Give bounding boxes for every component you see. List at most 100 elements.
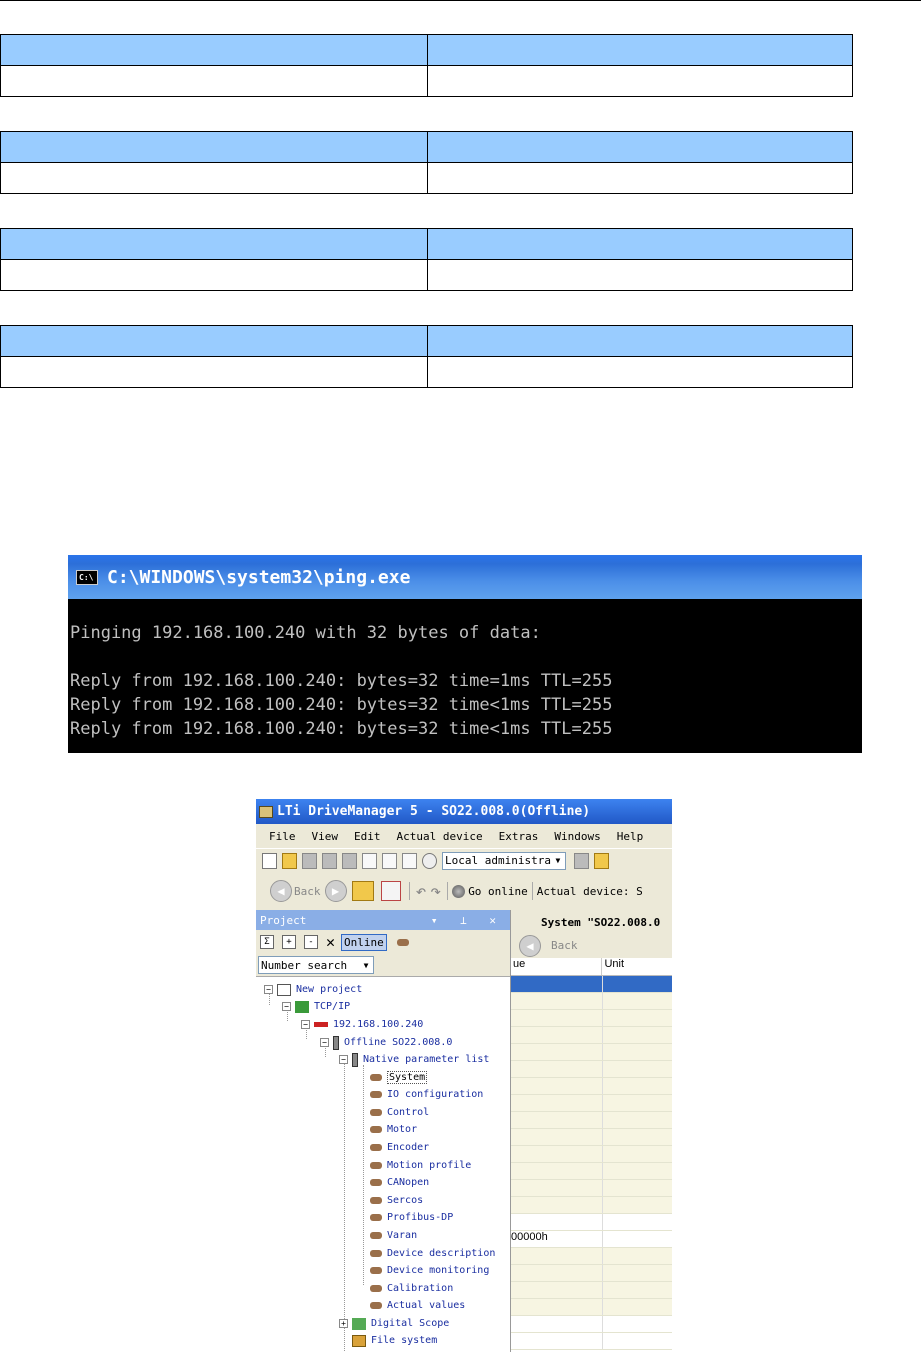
tree-item-control[interactable]: Control: [370, 1104, 429, 1121]
table-row[interactable]: [511, 1299, 672, 1316]
tree-item-motor[interactable]: Motor: [370, 1121, 417, 1138]
save-icon[interactable]: [302, 852, 317, 869]
tree-view-icon[interactable]: Σ: [260, 935, 274, 949]
table-row[interactable]: [511, 1163, 672, 1180]
tree-node-digital-scope[interactable]: + Digital Scope: [339, 1315, 449, 1332]
table-row[interactable]: [511, 1197, 672, 1214]
find-icon[interactable]: [422, 852, 437, 869]
go-online-button[interactable]: Go online: [468, 885, 528, 898]
parameter-icon: [370, 1091, 382, 1098]
console-title-bar[interactable]: C:\ C:\WINDOWS\system32\ping.exe: [68, 555, 862, 599]
tree-node-device[interactable]: − Offline SO22.008.0: [320, 1034, 452, 1051]
table-row[interactable]: [511, 1027, 672, 1044]
print-icon[interactable]: [342, 852, 357, 869]
expand-icon[interactable]: +: [282, 935, 296, 949]
new-file-icon[interactable]: [262, 852, 277, 869]
back-button-label[interactable]: Back: [294, 885, 321, 898]
save-all-icon[interactable]: [322, 852, 337, 869]
back-arrow-icon[interactable]: ◀: [519, 934, 541, 957]
table-row[interactable]: [511, 1265, 672, 1282]
table-row[interactable]: [511, 1316, 672, 1333]
home-icon[interactable]: [380, 881, 401, 901]
table-row[interactable]: [511, 1061, 672, 1078]
tree-node-parameter-list[interactable]: − Native parameter list: [339, 1051, 489, 1068]
paste-icon[interactable]: [382, 852, 397, 869]
tree-item-encoder[interactable]: Encoder: [370, 1139, 429, 1156]
table-row[interactable]: [511, 1044, 672, 1061]
tree-node-ip-address[interactable]: − 192.168.100.240: [301, 1016, 423, 1033]
menu-windows[interactable]: Windows: [554, 830, 600, 843]
tree-item-calibration[interactable]: Calibration: [370, 1280, 453, 1297]
tree-item-device-description[interactable]: Device description: [370, 1245, 495, 1262]
user-level-select[interactable]: Local administra ▼: [442, 851, 566, 870]
table-row[interactable]: [511, 993, 672, 1010]
open-folder-icon[interactable]: [282, 852, 297, 869]
menu-actual-device[interactable]: Actual device: [397, 830, 483, 843]
dm-title-bar[interactable]: LTi DriveManager 5 - SO22.008.0(Offline): [256, 799, 672, 824]
menu-extras[interactable]: Extras: [499, 830, 539, 843]
tree-label: Native parameter list: [363, 1054, 490, 1065]
back-arrow-icon[interactable]: ◀: [270, 880, 292, 902]
tree-item-system[interactable]: System: [370, 1069, 428, 1086]
chevron-down-icon: ▼: [555, 856, 561, 865]
table-row[interactable]: [511, 1248, 672, 1265]
tab-system[interactable]: System "SO22.008.0: [511, 910, 672, 933]
collapse-toggle-icon[interactable]: −: [282, 1002, 291, 1011]
clipboard-icon[interactable]: [402, 852, 417, 869]
table-row[interactable]: [511, 1112, 672, 1129]
tree-node-tcpip[interactable]: − TCP/IP: [282, 998, 350, 1015]
expand-toggle-icon[interactable]: +: [339, 1319, 348, 1328]
online-button[interactable]: Online: [341, 933, 387, 951]
table-row[interactable]: [511, 1010, 672, 1027]
tree-item-profibus-dp[interactable]: Profibus-DP: [370, 1209, 453, 1226]
tree-item-sercos[interactable]: Sercos: [370, 1192, 423, 1209]
table-row[interactable]: [511, 1146, 672, 1163]
tree-item-motion-profile[interactable]: Motion profile: [370, 1157, 471, 1174]
folder-icon[interactable]: [593, 852, 609, 869]
tree-item-actual-values[interactable]: Actual values: [370, 1297, 465, 1314]
table-row[interactable]: [511, 1282, 672, 1299]
parameter-value-cell[interactable]: 00000h: [511, 1231, 603, 1247]
tree-node-new-project[interactable]: − New project: [264, 981, 362, 998]
column-header-value[interactable]: ue: [511, 958, 603, 975]
menu-help[interactable]: Help: [617, 830, 644, 843]
back-button-label[interactable]: Back: [551, 939, 578, 952]
forward-arrow-icon[interactable]: ▶: [324, 880, 347, 902]
search-mode-select[interactable]: Number search ▼: [258, 956, 374, 974]
table-row[interactable]: [511, 976, 672, 993]
tree-item-io-configuration[interactable]: IO configuration: [370, 1086, 483, 1103]
collapse-icon[interactable]: -: [304, 935, 318, 949]
standard-toolbar: Local administra ▼: [256, 848, 672, 872]
menu-edit[interactable]: Edit: [354, 830, 381, 843]
tree-item-device-monitoring[interactable]: Device monitoring: [370, 1262, 489, 1279]
column-header-unit[interactable]: Unit: [602, 958, 672, 975]
parameter-table-2: [0, 131, 853, 194]
parameter-icon: [370, 1267, 382, 1274]
collapse-toggle-icon[interactable]: −: [301, 1020, 310, 1029]
table-row[interactable]: [511, 1333, 672, 1350]
tree-item-canopen[interactable]: CANopen: [370, 1174, 429, 1191]
table-row[interactable]: 00000h: [511, 1231, 672, 1248]
tree-item-varan[interactable]: Varan: [370, 1227, 417, 1244]
table-row[interactable]: [511, 1180, 672, 1197]
undo-icon[interactable]: ↶: [416, 881, 427, 902]
menu-file[interactable]: File: [269, 830, 296, 843]
redo-icon[interactable]: ↷: [430, 881, 441, 902]
copy-icon[interactable]: [362, 852, 377, 869]
collapse-toggle-icon[interactable]: −: [320, 1038, 329, 1047]
parameter-icon[interactable]: [396, 938, 409, 946]
collapse-toggle-icon[interactable]: −: [264, 985, 273, 994]
table-row[interactable]: [511, 1078, 672, 1095]
table-row[interactable]: [511, 1214, 672, 1231]
online-status-icon: [452, 884, 466, 898]
delete-icon[interactable]: ✕: [326, 933, 335, 951]
collapse-toggle-icon[interactable]: −: [339, 1055, 348, 1064]
tree-node-file-system[interactable]: File system: [352, 1332, 437, 1349]
table-row[interactable]: [511, 1129, 672, 1146]
project-pane: Project ▾ ⊥ ✕ Σ + - ✕ Online Number sear…: [256, 910, 510, 1352]
folder-up-icon[interactable]: [351, 881, 374, 901]
table-row[interactable]: [511, 1095, 672, 1112]
parameter-icon: [370, 1302, 382, 1309]
menu-view[interactable]: View: [312, 830, 339, 843]
connect-icon[interactable]: [573, 852, 589, 869]
